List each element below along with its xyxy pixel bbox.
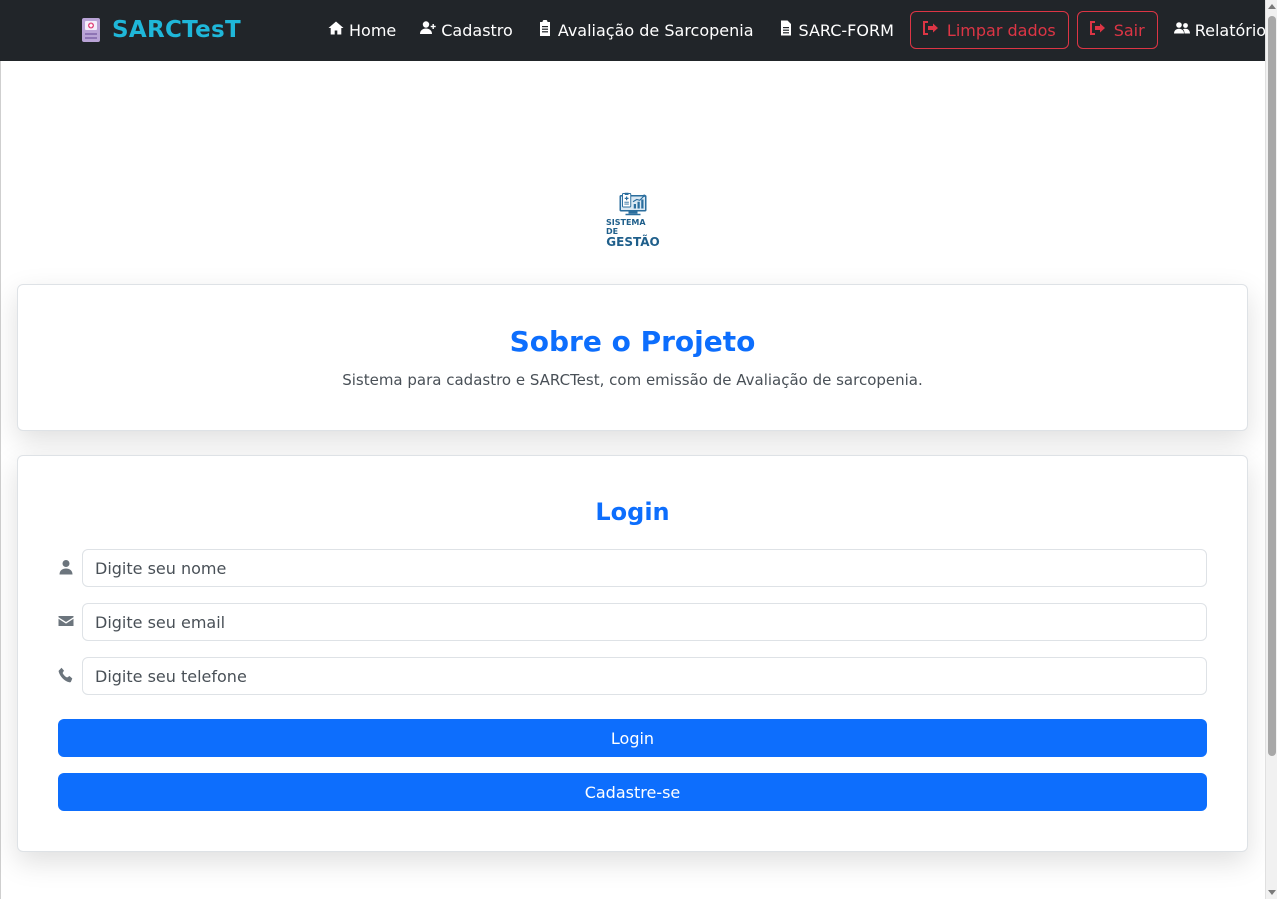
login-card: Login Login Cadastre-se xyxy=(17,455,1248,852)
medical-app-icon xyxy=(80,17,102,43)
home-icon xyxy=(328,20,344,40)
login-button[interactable]: Login xyxy=(58,719,1207,757)
login-title: Login xyxy=(595,498,670,526)
vertical-scrollbar[interactable] xyxy=(1265,0,1277,899)
nav-sarc-form[interactable]: SARC-FORM xyxy=(770,11,902,49)
register-button[interactable]: Cadastre-se xyxy=(58,773,1207,811)
nav-sarc-form-label: SARC-FORM xyxy=(798,20,894,40)
nav-home-label: Home xyxy=(349,20,397,40)
email-field-row xyxy=(58,603,1208,641)
sign-out-icon xyxy=(1089,20,1106,40)
clipboard-icon xyxy=(537,19,553,40)
scrollbar-thumb[interactable] xyxy=(1268,16,1276,756)
brand-name: SARCTesT xyxy=(112,17,241,43)
nav-home[interactable]: Home xyxy=(320,11,404,49)
sign-out-icon xyxy=(922,20,939,40)
nav-menu: Home Cadastro Avaliação de Sarcopenia SA… xyxy=(320,11,1274,49)
logout-button[interactable]: Sair xyxy=(1076,11,1158,49)
scroll-down-arrow-icon[interactable] xyxy=(1268,890,1276,895)
name-input[interactable] xyxy=(82,549,1207,587)
brand[interactable]: SARCTesT xyxy=(80,17,241,43)
scroll-up-arrow-icon[interactable] xyxy=(1268,4,1276,9)
phone-field-row xyxy=(58,657,1208,695)
envelope-icon xyxy=(58,613,76,631)
email-input[interactable] xyxy=(82,603,1207,641)
nav-cadastro-label: Cadastro xyxy=(441,20,513,40)
phone-input[interactable] xyxy=(82,657,1207,695)
system-logo: SISTEMA DE GESTÃO xyxy=(606,192,660,248)
management-dashboard-icon xyxy=(619,192,647,216)
clear-data-button[interactable]: Limpar dados xyxy=(909,11,1069,49)
page-edge xyxy=(0,61,1,899)
nav-relatorio-label: Relatório xyxy=(1194,20,1267,40)
file-icon xyxy=(778,20,794,40)
user-icon xyxy=(58,559,76,577)
phone-icon xyxy=(58,667,76,685)
logo-line1: SISTEMA DE xyxy=(606,218,646,236)
nav-relatorio[interactable]: Relatório xyxy=(1166,11,1274,49)
top-navbar: SARCTesT Home Cadastro Avaliação de Sarc… xyxy=(0,0,1266,61)
logout-label: Sair xyxy=(1113,20,1145,40)
nav-avaliacao[interactable]: Avaliação de Sarcopenia xyxy=(529,11,762,49)
about-title: Sobre o Projeto xyxy=(509,325,756,358)
logo-line2: GESTÃO xyxy=(606,235,660,249)
user-plus-icon xyxy=(420,20,436,40)
about-description: Sistema para cadastro e SARCTest, com em… xyxy=(342,371,923,389)
about-card: Sobre o Projeto Sistema para cadastro e … xyxy=(17,284,1248,431)
nav-avaliacao-label: Avaliação de Sarcopenia xyxy=(557,20,754,40)
users-icon xyxy=(1173,20,1190,40)
name-field-row xyxy=(58,549,1208,587)
nav-cadastro[interactable]: Cadastro xyxy=(412,11,521,49)
clear-data-label: Limpar dados xyxy=(946,20,1056,40)
